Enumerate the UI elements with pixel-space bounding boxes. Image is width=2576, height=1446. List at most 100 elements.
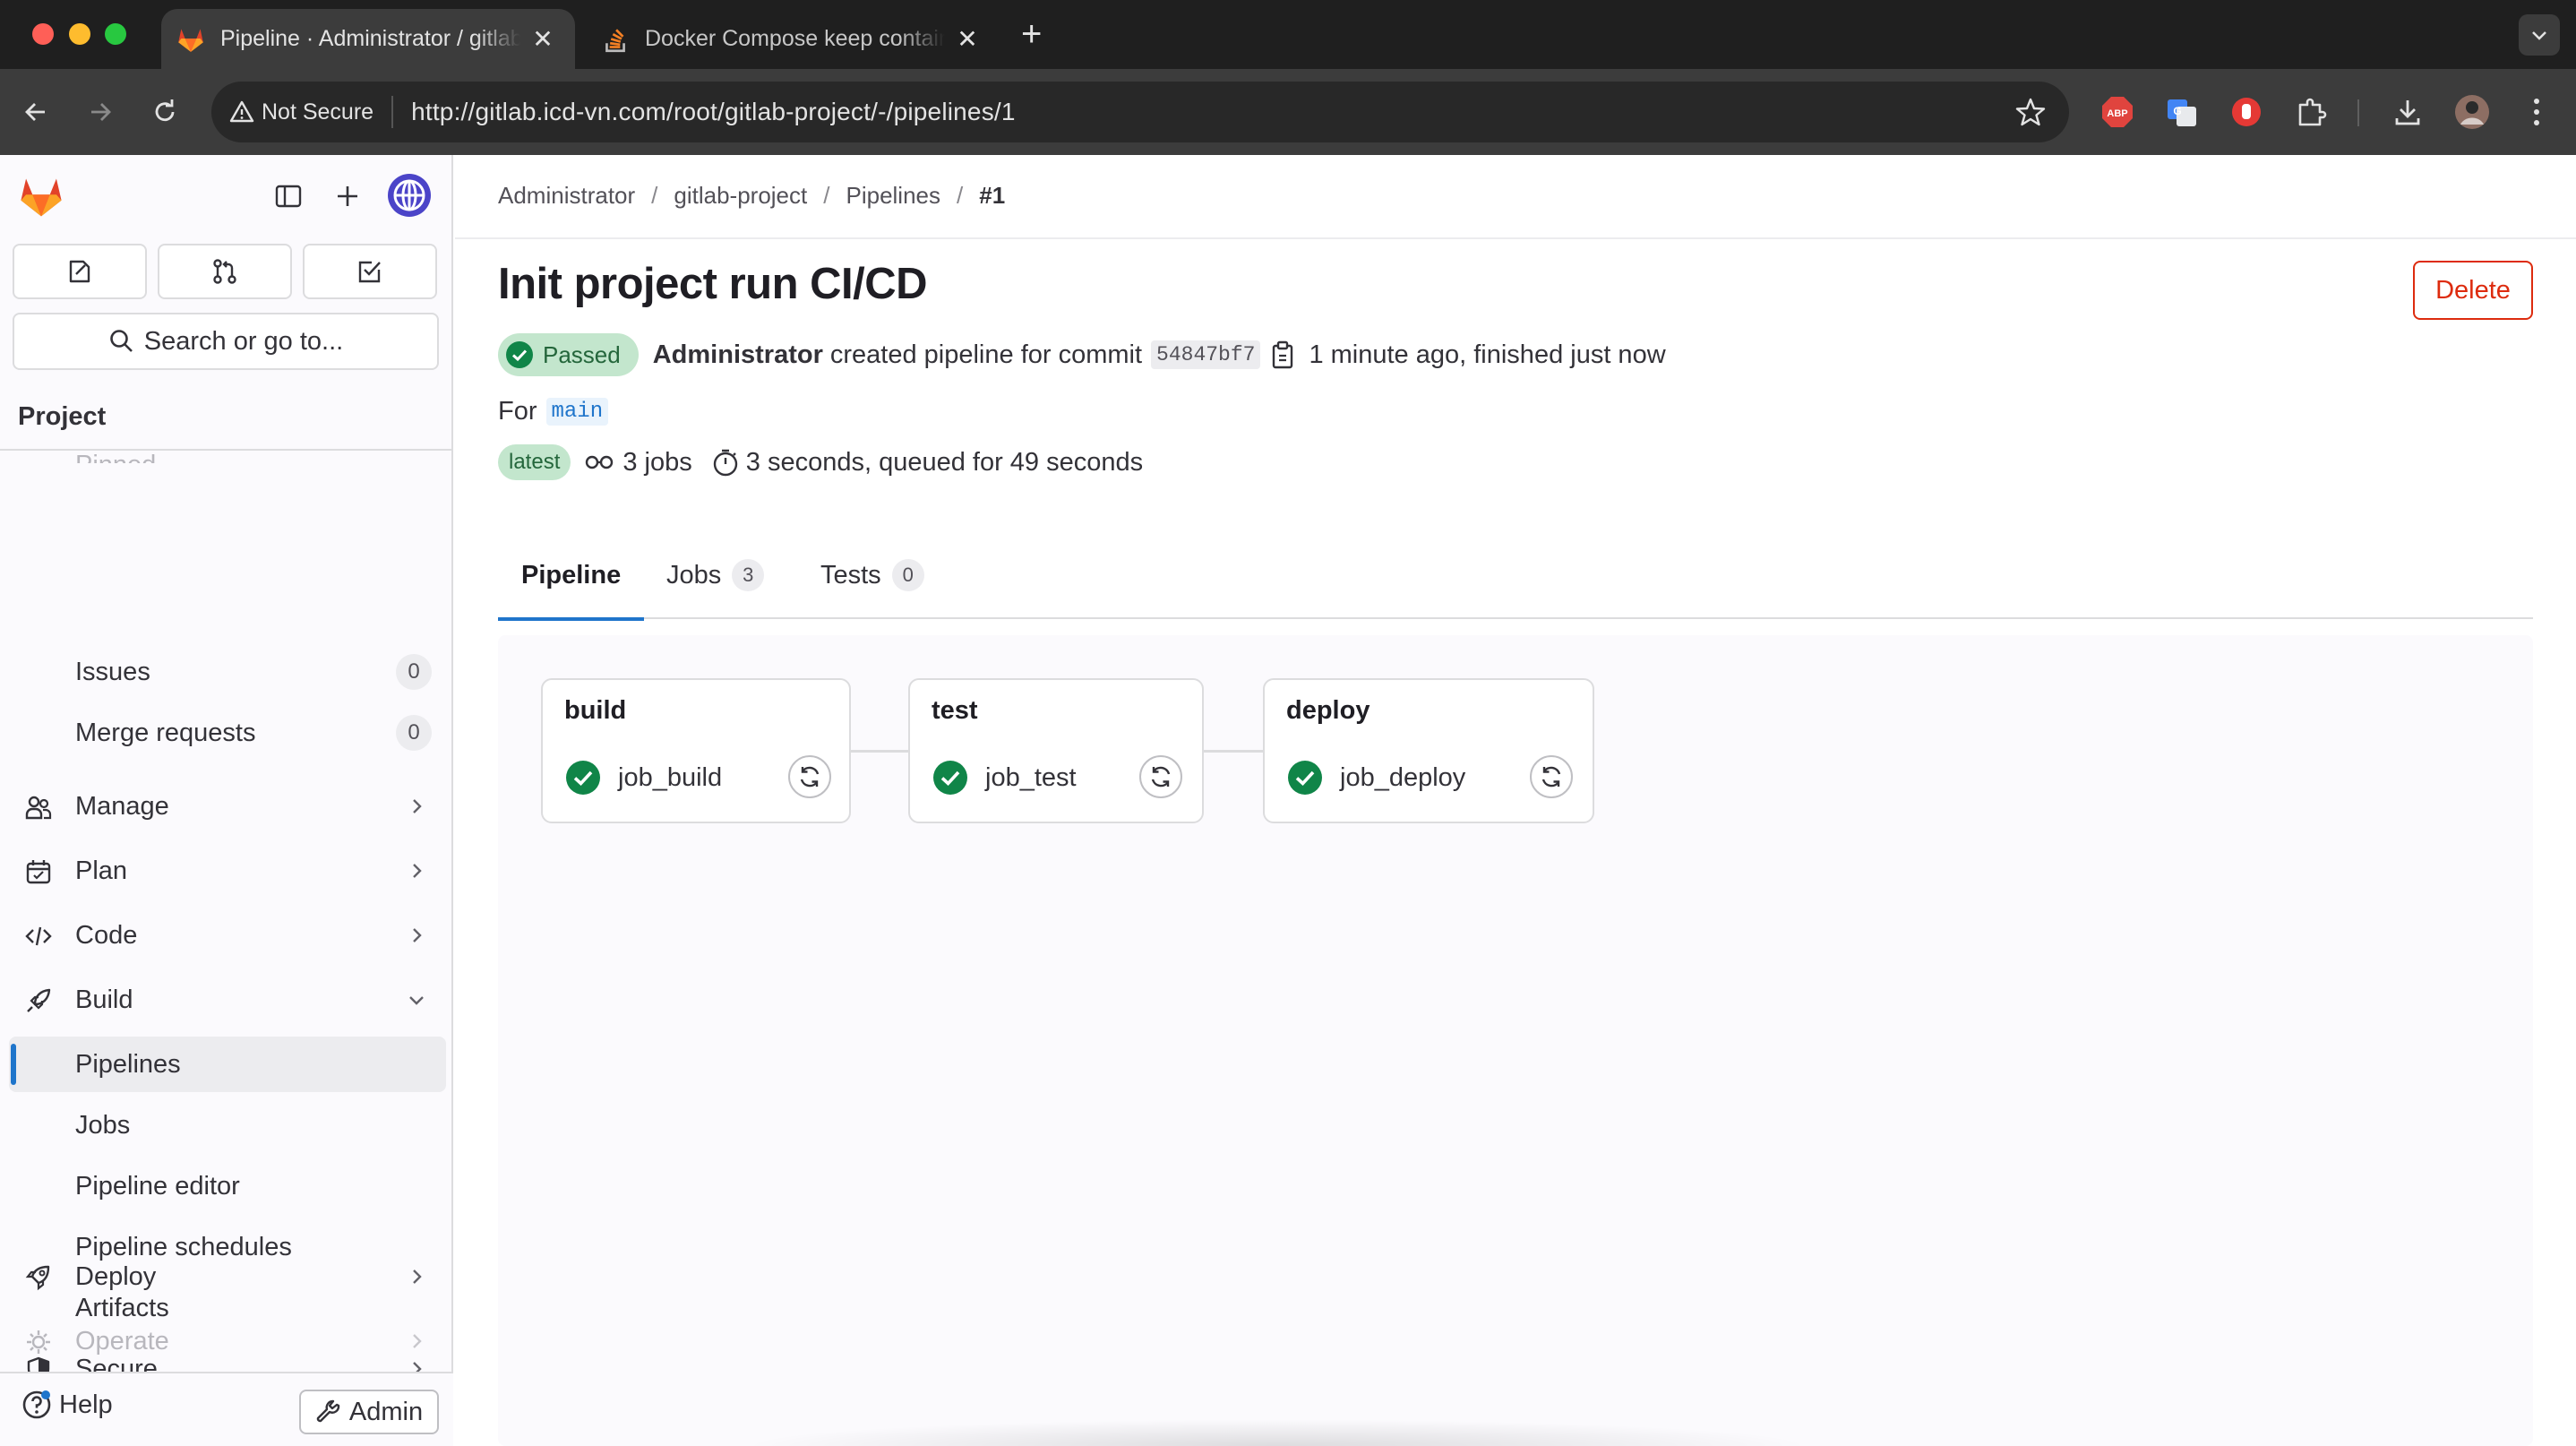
sidebar-item-pinned[interactable]: Pinned: [75, 451, 156, 463]
breadcrumb-item[interactable]: Pipelines: [846, 182, 940, 210]
close-tab-icon[interactable]: ✕: [954, 24, 981, 54]
sidebar-item-code[interactable]: Code: [9, 908, 446, 963]
gitlab-home-link[interactable]: [18, 173, 64, 222]
address-bar[interactable]: Not Secure http://gitlab.icd-vn.com/root…: [211, 82, 2069, 142]
minimize-window-button[interactable]: [69, 23, 90, 45]
breadcrumb-separator: /: [957, 182, 964, 209]
translate-extension[interactable]: G: [2160, 90, 2203, 133]
create-new-button[interactable]: [330, 178, 365, 214]
status-success-icon: [1288, 761, 1322, 795]
job-link[interactable]: job_build: [564, 759, 722, 796]
issues-count-badge: 0: [396, 654, 432, 690]
copy-sha-button[interactable]: [1271, 340, 1296, 369]
help-label: Help: [59, 1390, 113, 1419]
todos-quick-button[interactable]: [303, 244, 437, 299]
merge-requests-quick-button[interactable]: [158, 244, 292, 299]
todo-check-icon: [358, 261, 381, 283]
url-text[interactable]: http://gitlab.icd-vn.com/root/gitlab-pro…: [411, 98, 1016, 126]
deploy-rocket-icon: [25, 1265, 50, 1291]
profile-button[interactable]: [2451, 90, 2494, 133]
breadcrumb-current[interactable]: #1: [979, 182, 1005, 210]
downloads-button[interactable]: [2386, 90, 2429, 133]
stackoverflow-icon: [605, 28, 625, 52]
retry-job-button[interactable]: [1139, 755, 1182, 798]
tab-search-button[interactable]: [2519, 14, 2560, 56]
pipeline-meta: Passed Administrator created pipeline fo…: [498, 329, 1666, 381]
sidebar-item-pipelines[interactable]: Pipelines: [9, 1037, 446, 1092]
status-badge[interactable]: Passed: [498, 333, 639, 376]
toolbar-divider: [2357, 99, 2359, 126]
sidebar-item-merge-requests[interactable]: Merge requests 0: [9, 705, 446, 761]
breadcrumb-separator: /: [651, 182, 658, 209]
browser-tab[interactable]: Docker Compose keep container running ✕: [586, 9, 1000, 69]
help-button[interactable]: Help: [21, 1390, 113, 1420]
reload-button[interactable]: [145, 92, 185, 132]
wrench-icon: [316, 1399, 340, 1423]
browser-tab-active[interactable]: Pipeline · Administrator / gitlab-projec…: [161, 9, 575, 69]
admin-area-button[interactable]: Admin: [299, 1390, 439, 1434]
job-link[interactable]: job_deploy: [1286, 759, 1465, 796]
toggle-sidebar-button[interactable]: [270, 178, 306, 214]
sidebar-item-label: Code: [75, 920, 138, 950]
forward-button[interactable]: [81, 92, 120, 132]
sidebar-item-jobs[interactable]: Jobs: [9, 1097, 446, 1153]
security-indicator[interactable]: Not Secure: [229, 99, 374, 125]
author-link[interactable]: Administrator: [653, 340, 823, 370]
tab-pipeline[interactable]: Pipeline: [498, 531, 645, 621]
retry-job-button[interactable]: [788, 755, 831, 798]
search-button[interactable]: Search or go to...: [13, 313, 439, 370]
sidebar-item-deploy[interactable]: Deploy: [9, 1249, 446, 1304]
issues-icon: [69, 260, 90, 283]
arrow-right-icon: [91, 103, 111, 121]
sidebar-item-issues[interactable]: Issues 0: [9, 644, 446, 700]
breadcrumb-item[interactable]: gitlab-project: [674, 182, 807, 210]
branch-ref-link[interactable]: main: [545, 397, 609, 426]
user-avatar-button[interactable]: [387, 173, 432, 218]
retry-icon: [800, 766, 820, 788]
extensions-button[interactable]: [2289, 90, 2332, 133]
sidebar-item-manage[interactable]: Manage: [9, 779, 446, 834]
job-link[interactable]: job_test: [932, 759, 1077, 796]
delete-button[interactable]: Delete: [2413, 261, 2533, 320]
stage-connector: [851, 750, 908, 753]
sidebar-item-label: Build: [75, 985, 133, 1014]
issues-quick-button[interactable]: [13, 244, 147, 299]
tab-tests[interactable]: Tests 0: [820, 531, 924, 619]
close-tab-icon[interactable]: ✕: [529, 24, 556, 54]
back-button[interactable]: [16, 92, 56, 132]
scroll-shadow: [740, 1419, 1815, 1446]
plus-icon: [338, 186, 357, 206]
sidebar-item-label: Jobs: [75, 1110, 131, 1140]
arrow-left-icon: [25, 103, 45, 121]
warning-icon: [229, 100, 254, 123]
breadcrumb-item[interactable]: Administrator: [498, 182, 635, 210]
stage-connector: [1204, 750, 1263, 753]
status-success-icon: [933, 761, 967, 795]
stage-name: test: [932, 696, 978, 725]
browser-menu-button[interactable]: [2515, 90, 2558, 133]
maximize-window-button[interactable]: [105, 23, 126, 45]
chevron-down-icon: [2532, 31, 2546, 40]
tab-jobs[interactable]: Jobs 3: [666, 531, 765, 619]
bookmark-button[interactable]: [2015, 97, 2046, 132]
sidebar-item-operate[interactable]: Operate: [9, 1313, 446, 1369]
sidebar-item-label: Manage: [75, 791, 169, 821]
sidebar-item-build[interactable]: Build: [9, 972, 446, 1028]
sidebar-item-pipeline-editor[interactable]: Pipeline editor: [9, 1158, 446, 1214]
puzzle-icon: [2298, 98, 2327, 126]
retry-job-button[interactable]: [1530, 755, 1573, 798]
tab-label: Pipeline: [521, 560, 622, 590]
adblock-extension[interactable]: ABP: [2096, 90, 2139, 133]
timer-icon: [712, 448, 739, 477]
sidebar-item-plan[interactable]: Plan: [9, 843, 446, 899]
created-text: created pipeline for commit: [829, 340, 1143, 369]
stage-deploy: deploy job_deploy: [1263, 678, 1594, 823]
kebab-menu-icon: [2534, 99, 2539, 125]
security-label: Not Secure: [262, 99, 374, 125]
stop-extension[interactable]: [2225, 90, 2268, 133]
close-window-button[interactable]: [32, 23, 54, 45]
merge-request-icon: [213, 259, 236, 284]
new-tab-button[interactable]: +: [1021, 16, 1042, 52]
code-icon: [25, 926, 52, 946]
commit-sha[interactable]: 54847bf7: [1151, 340, 1261, 369]
